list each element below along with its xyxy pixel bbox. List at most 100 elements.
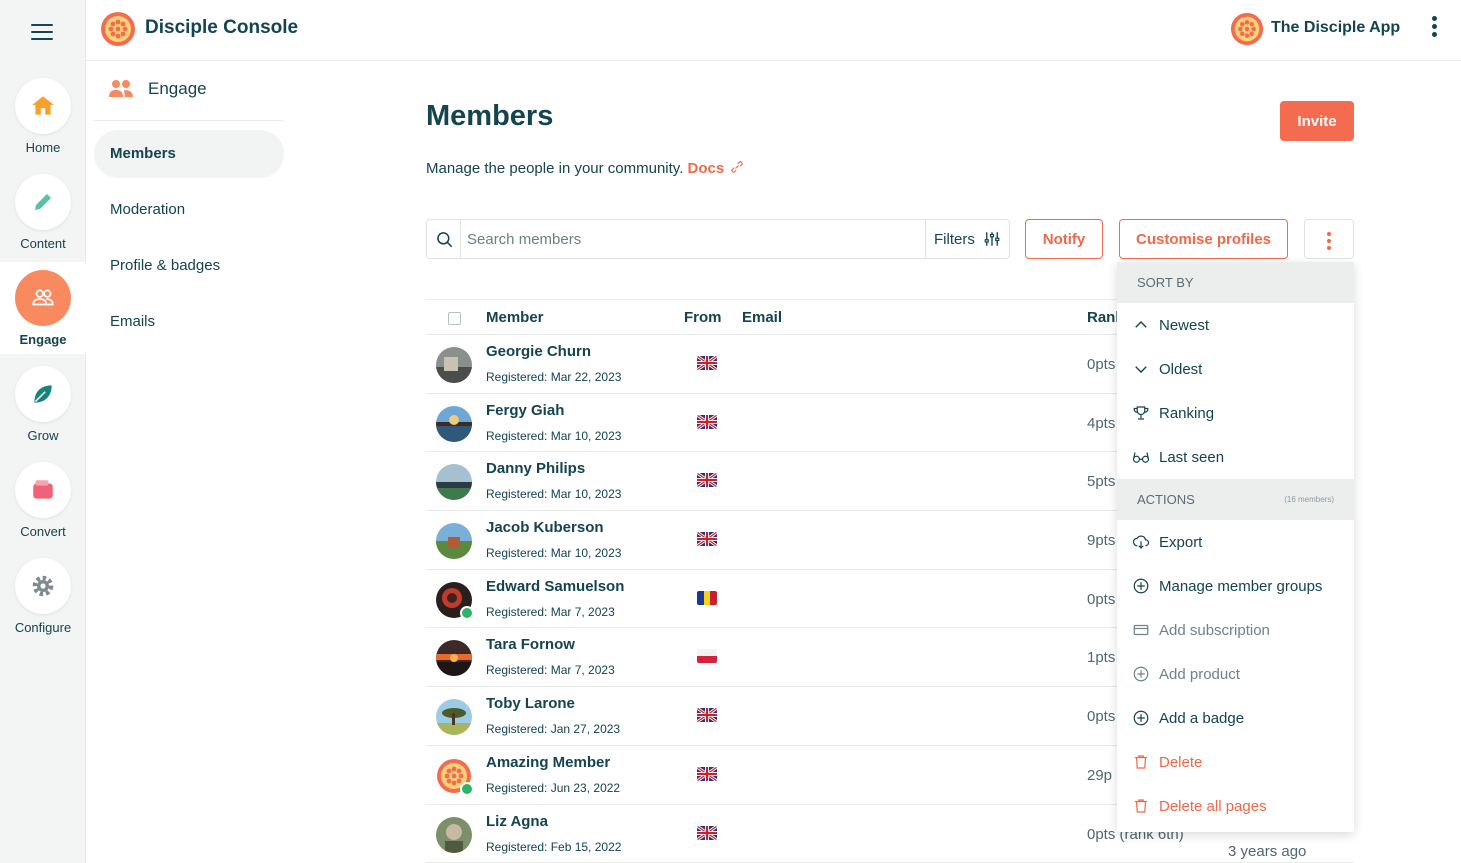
search-icon (437, 232, 453, 248)
menu-item-add-product[interactable]: Add product (1117, 652, 1354, 696)
select-all-checkbox[interactable] (448, 312, 461, 325)
column-rank[interactable]: Ranl (1087, 309, 1120, 326)
member-name[interactable]: Danny Philips (486, 460, 585, 477)
menu-item-label: Export (1159, 533, 1203, 551)
filters-button[interactable]: Filters (934, 230, 1001, 248)
sliders-icon (984, 232, 1000, 246)
rail-item-engage[interactable]: Engage (0, 262, 86, 354)
chevron-down-icon (1132, 360, 1150, 378)
menu-item-add-badge[interactable]: Add a badge (1117, 696, 1354, 740)
avatar (436, 816, 472, 853)
rail-label: Grow (27, 428, 59, 443)
page-description: Manage the people in your community. Doc… (426, 158, 746, 177)
romania-flag-icon (697, 590, 717, 605)
menu-item-label: Add product (1159, 665, 1240, 683)
member-name[interactable]: Fergy Giah (486, 402, 564, 419)
people-icon (109, 80, 133, 97)
avatar (436, 464, 472, 501)
leaf-icon (15, 366, 71, 422)
customise-profiles-button[interactable]: Customise profiles (1119, 219, 1288, 259)
menu-item-label: Manage member groups (1159, 577, 1323, 595)
uk-flag-icon (697, 708, 717, 723)
options-menu: SORT BY Newest Oldest Ranking Last seen … (1117, 262, 1354, 832)
actions-heading: ACTIONS (16 members) (1117, 479, 1354, 520)
rail-item-grow[interactable]: Grow (0, 366, 86, 462)
menu-item-manage-member-groups[interactable]: Manage member groups (1117, 564, 1354, 608)
avatar (436, 699, 472, 736)
subnav-item-members[interactable]: Members (94, 130, 284, 178)
verified-badge-icon (460, 781, 474, 796)
plus-circle-icon (1132, 665, 1150, 683)
community-logo[interactable] (1230, 12, 1264, 46)
member-last-seen: 3 years ago (1228, 842, 1307, 860)
column-email[interactable]: Email (742, 309, 782, 326)
gear-icon (15, 558, 71, 614)
community-name[interactable]: The Disciple App (1271, 19, 1400, 37)
link-icon[interactable] (728, 158, 746, 176)
column-member[interactable]: Member (486, 309, 544, 326)
chevron-up-icon (1132, 316, 1150, 334)
search-input[interactable] (467, 228, 917, 250)
menu-item-last-seen[interactable]: Last seen (1117, 435, 1354, 479)
trash-icon (1132, 753, 1150, 771)
invite-button[interactable]: Invite (1280, 101, 1354, 141)
member-points: 29p (1087, 766, 1113, 784)
credit-card-icon (1132, 621, 1150, 639)
rail-item-home[interactable]: Home (0, 78, 86, 174)
glasses-icon (1132, 448, 1150, 466)
rail-label: Engage (19, 332, 67, 347)
search-bar: Filters (426, 219, 1010, 259)
member-registered: Registered: Feb 15, 2022 (486, 839, 622, 854)
member-name[interactable]: Tara Fornow (486, 636, 575, 653)
actions-member-count: (16 members) (1284, 495, 1334, 504)
rail-label: Convert (20, 524, 66, 539)
more-vertical-icon[interactable] (1426, 16, 1442, 42)
member-points: 4pts (1087, 414, 1116, 432)
column-from[interactable]: From (684, 309, 722, 326)
menu-item-oldest[interactable]: Oldest (1117, 347, 1354, 391)
people-icon (15, 270, 71, 326)
more-vertical-icon (1305, 220, 1353, 250)
rail-label: Configure (14, 620, 72, 635)
wallet-icon (15, 462, 71, 518)
subnav-item-emails[interactable]: Emails (94, 298, 284, 346)
menu-item-label: Oldest (1159, 360, 1203, 378)
menu-item-ranking[interactable]: Ranking (1117, 391, 1354, 435)
avatar (436, 405, 472, 442)
member-name[interactable]: Jacob Kuberson (486, 519, 604, 536)
more-options-button[interactable] (1304, 219, 1354, 259)
member-points: 9pts (1087, 532, 1116, 550)
rail-label: Home (25, 140, 61, 155)
rail-label: Content (20, 236, 66, 251)
trash-icon (1132, 797, 1150, 815)
verified-badge-icon (460, 605, 474, 620)
rail-item-content[interactable]: Content (0, 174, 86, 270)
menu-item-delete-all-pages[interactable]: Delete all pages (1117, 784, 1354, 828)
app-rail: Home Content Engage Grow Convert Configu… (0, 0, 86, 863)
member-name[interactable]: Amazing Member (486, 754, 610, 771)
poland-flag-icon (697, 649, 717, 664)
section-heading: Engage (108, 79, 207, 99)
uk-flag-icon (697, 473, 717, 488)
docs-link[interactable]: Docs (688, 160, 725, 177)
member-name[interactable]: Toby Larone (486, 695, 575, 712)
menu-item-delete[interactable]: Delete (1117, 740, 1354, 784)
menu-icon[interactable] (31, 24, 53, 42)
member-name[interactable]: Liz Agna (486, 813, 548, 830)
notify-button[interactable]: Notify (1025, 219, 1103, 259)
divider (460, 220, 461, 258)
menu-item-newest[interactable]: Newest (1117, 303, 1354, 347)
rail-item-convert[interactable]: Convert (0, 462, 86, 558)
member-registered: Registered: Jun 23, 2022 (486, 780, 621, 795)
menu-item-export[interactable]: Export (1117, 520, 1354, 564)
uk-flag-icon (697, 825, 717, 840)
rail-item-configure[interactable]: Configure (0, 558, 86, 654)
member-name[interactable]: Edward Samuelson (486, 578, 624, 595)
subnav-item-profile-badges[interactable]: Profile & badges (94, 242, 284, 290)
menu-item-add-subscription[interactable]: Add subscription (1117, 608, 1354, 652)
member-name[interactable]: Georgie Churn (486, 343, 591, 360)
menu-item-label: Delete (1159, 753, 1203, 771)
subnav-item-moderation[interactable]: Moderation (94, 186, 284, 234)
divider (925, 220, 926, 258)
console-title: Disciple Console (145, 17, 299, 38)
